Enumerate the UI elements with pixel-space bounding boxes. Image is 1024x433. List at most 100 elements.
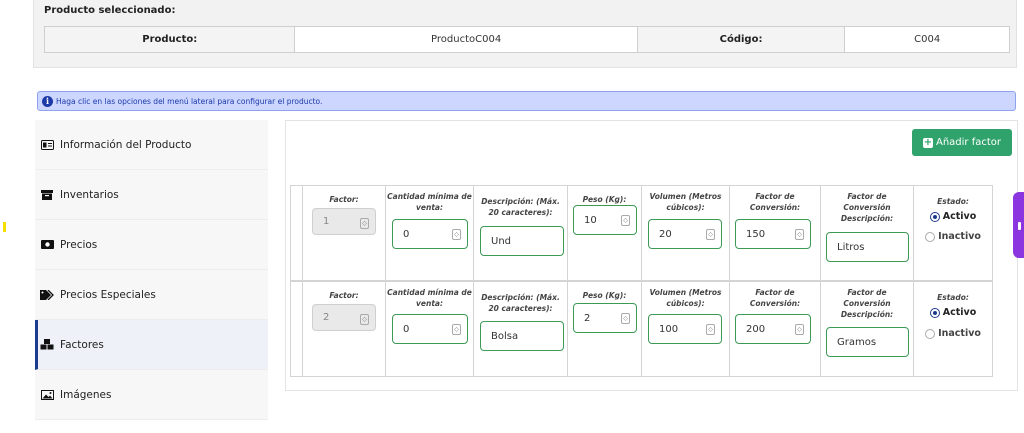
min-qty-input[interactable]: 0 ◇ [392, 314, 468, 344]
min-qty-input[interactable]: 0 ◇ [392, 219, 468, 249]
info-alert: i Haga clic en las opciones del menú lat… [37, 91, 1016, 111]
min-qty-header: Cantidad mínima de venta: [387, 192, 472, 212]
selected-product-table: Producto: ProductoC004 Código: C004 [44, 26, 1010, 53]
cubes-icon [40, 339, 54, 350]
code-label: Código: [637, 27, 846, 52]
product-value: ProductoC004 [295, 27, 638, 52]
tags-icon [40, 289, 54, 300]
archive-box-icon [40, 189, 54, 200]
spinner-icon: ◇ [360, 314, 369, 325]
weight-cell: Peso (Kg): 2 ◇ [568, 282, 642, 376]
volume-header: Volumen (Metros cúbicos): [649, 288, 722, 308]
factor-input: 1 ◇ [312, 208, 376, 235]
weight-header: Peso (Kg): [582, 291, 627, 300]
plus-icon: + [922, 136, 933, 148]
radio-unchecked-icon [925, 231, 936, 242]
row-gutter [291, 282, 303, 376]
sidebar-item-factors[interactable]: Factores [35, 320, 268, 370]
conversion-header: Factor de Conversión: [749, 288, 801, 308]
sidebar-item-label: Factores [60, 338, 104, 351]
factor-input: 2 ◇ [312, 304, 376, 331]
add-factor-button[interactable]: + Añadir factor [912, 129, 1012, 156]
conversion-desc-input[interactable]: Gramos [826, 327, 909, 357]
description-input[interactable]: Und [480, 226, 564, 256]
info-icon: i [42, 95, 53, 107]
radio-checked-icon [929, 307, 940, 318]
image-icon [40, 389, 54, 400]
factor-header: Factor: [329, 195, 359, 204]
sidebar-item-label: Inventarios [60, 188, 119, 201]
conversion-input[interactable]: 150 ◇ [735, 219, 811, 249]
sidebar-item-label: Precios Especiales [60, 288, 156, 301]
factor-header: Factor: [329, 291, 359, 300]
factor-row: Factor: 2 ◇ Cantidad mínima de venta: 0 … [290, 281, 993, 377]
spinner-icon[interactable]: ◇ [452, 229, 461, 240]
status-cell: Estado: Activo Inactivo [914, 282, 992, 376]
conversion-desc-cell: Factor de Conversión Descripción: Litros [821, 186, 914, 280]
spinner-icon[interactable]: ◇ [621, 215, 630, 226]
spinner-icon[interactable]: ◇ [452, 324, 461, 335]
description-cell: Descripción: (Máx. 20 caracteres): Bolsa [474, 282, 568, 376]
weight-header: Peso (Kg): [582, 195, 627, 204]
spinner-icon[interactable]: ◇ [795, 229, 804, 240]
weight-input[interactable]: 10 ◇ [573, 205, 637, 235]
id-card-icon [40, 139, 54, 150]
status-inactive-radio[interactable]: Inactivo [914, 231, 992, 242]
sidebar-item-label: Precios [60, 238, 98, 251]
description-header: Descripción: (Máx. 20 caracteres): [481, 197, 560, 217]
selected-product-panel: Producto seleccionado: Producto: Product… [33, 0, 1017, 68]
status-inactive-radio[interactable]: Inactivo [914, 328, 992, 339]
spinner-icon[interactable]: ◇ [795, 324, 804, 335]
sidebar-item-product-info[interactable]: Información del Producto [35, 120, 268, 170]
radio-unchecked-icon [925, 328, 936, 339]
product-label: Producto: [45, 27, 296, 52]
factor-row: Factor: 1 ◇ Cantidad mínima de venta: 0 … [290, 185, 993, 281]
spinner-icon[interactable]: ◇ [706, 229, 715, 240]
conversion-desc-cell: Factor de Conversión Descripción: Gramos [821, 282, 914, 376]
radio-checked-icon [929, 211, 940, 222]
volume-header: Volumen (Metros cúbicos): [649, 192, 722, 212]
volume-input[interactable]: 20 ◇ [648, 219, 722, 249]
money-bill-icon [40, 240, 54, 250]
status-active-radio[interactable]: Activo [914, 307, 992, 318]
sidebar-item-prices[interactable]: Precios [35, 220, 268, 270]
sidebar-item-images[interactable]: Imágenes [35, 370, 268, 420]
spinner-icon[interactable]: ◇ [621, 313, 630, 324]
weight-cell: Peso (Kg): 10 ◇ [568, 186, 642, 280]
side-panel-tab[interactable] [1013, 192, 1024, 258]
row-gutter [291, 186, 303, 280]
add-factor-label: Añadir factor [935, 137, 1002, 148]
edge-marker [3, 222, 6, 232]
spinner-icon: ◇ [360, 218, 369, 229]
conversion-cell: Factor de Conversión: 200 ◇ [730, 282, 821, 376]
description-header: Descripción: (Máx. 20 caracteres): [481, 293, 560, 313]
sidebar-item-special-prices[interactable]: Precios Especiales [35, 270, 268, 320]
min-qty-header: Cantidad mínima de venta: [387, 288, 472, 308]
min-qty-cell: Cantidad mínima de venta: 0 ◇ [386, 186, 474, 280]
selected-product-title: Producto seleccionado: [44, 5, 176, 16]
status-header: Estado: [937, 197, 969, 206]
conversion-desc-header: Factor de Conversión Descripción: [840, 192, 894, 223]
spinner-icon[interactable]: ◇ [706, 324, 715, 335]
info-message: Haga clic en las opciones del menú later… [56, 96, 323, 106]
conversion-desc-header: Factor de Conversión Descripción: [840, 288, 894, 319]
status-cell: Estado: Activo Inactivo [914, 186, 992, 280]
sidebar-item-inventories[interactable]: Inventarios [35, 170, 268, 220]
description-input[interactable]: Bolsa [480, 321, 564, 351]
description-cell: Descripción: (Máx. 20 caracteres): Und [474, 186, 568, 280]
volume-input[interactable]: 100 ◇ [648, 314, 722, 344]
volume-cell: Volumen (Metros cúbicos): 100 ◇ [642, 282, 730, 376]
weight-input[interactable]: 2 ◇ [573, 303, 637, 333]
conversion-header: Factor de Conversión: [749, 192, 801, 212]
conversion-desc-input[interactable]: Litros [826, 232, 909, 262]
status-active-radio[interactable]: Activo [914, 211, 992, 222]
conversion-input[interactable]: 200 ◇ [735, 314, 811, 344]
product-config-sidebar: Información del Producto Inventarios Pre… [35, 120, 268, 433]
sidebar-item-label: Imágenes [60, 388, 112, 401]
code-value: C004 [914, 34, 941, 45]
status-header: Estado: [937, 293, 969, 302]
sidebar-item-label: Información del Producto [60, 138, 192, 151]
conversion-cell: Factor de Conversión: 150 ◇ [730, 186, 821, 280]
factor-cell: Factor: 2 ◇ [303, 282, 386, 376]
factor-cell: Factor: 1 ◇ [303, 186, 386, 280]
